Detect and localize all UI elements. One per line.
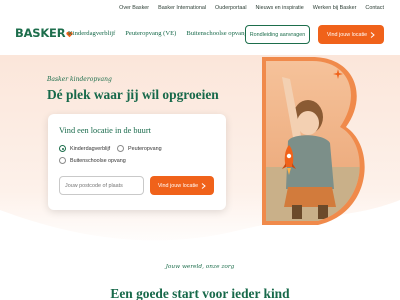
hero: Basker kinderopvang Dé plek waar jij wil… xyxy=(0,55,400,250)
main-nav: Kinderdagverblijf Peuteropvang (VE) Buit… xyxy=(68,30,248,37)
utility-link-contact[interactable]: Contact xyxy=(365,5,384,11)
radio-button[interactable] xyxy=(59,157,66,164)
utility-link-international[interactable]: Basker International xyxy=(158,5,206,11)
hero-title: Dé plek waar jij wil opgroeien xyxy=(47,87,219,102)
tour-request-label: Rondleiding aanvragen xyxy=(249,31,306,38)
radio-option-kinderdagverblijf[interactable]: Kinderdagverblijf xyxy=(59,145,110,152)
utility-nav: Over Basker Basker International Ouderpo… xyxy=(119,5,384,11)
hero-photo-letter-b xyxy=(262,57,365,225)
search-submit-button[interactable]: Vind jouw locatie xyxy=(150,176,214,195)
section-tagline: Jouw wereld, onze zorg xyxy=(165,264,235,270)
radio-option-buitenschoolse-opvang[interactable]: Buitenschoolse opvang xyxy=(59,157,126,164)
chevron-right-icon xyxy=(201,182,206,189)
find-location-button[interactable]: Vind jouw locatie xyxy=(318,25,384,44)
utility-link-over-basker[interactable]: Over Basker xyxy=(119,5,149,11)
utility-link-ouderportaal[interactable]: Ouderportaal xyxy=(215,5,246,11)
utility-link-nieuws[interactable]: Nieuws en inspiratie xyxy=(256,5,304,11)
find-location-label: Vind jouw locatie xyxy=(326,31,368,38)
section-title: Een goede start voor ieder kind xyxy=(110,286,290,300)
nav-item-peuteropvang[interactable]: Peuteropvang (VE) xyxy=(125,30,176,37)
nav-item-kinderdagverblijf[interactable]: Kinderdagverblijf xyxy=(68,30,115,37)
hero-eyebrow: Basker kinderopvang xyxy=(47,76,112,83)
logo-text: BASKER xyxy=(15,26,66,40)
chevron-right-icon xyxy=(370,31,375,38)
postcode-input[interactable] xyxy=(59,176,144,195)
location-search-card: Vind een locatie in de buurt Kinderdagve… xyxy=(48,114,226,210)
search-submit-label: Vind jouw locatie xyxy=(157,182,199,189)
search-card-title: Vind een locatie in de buurt xyxy=(59,126,151,135)
utility-link-werken[interactable]: Werken bij Basker xyxy=(313,5,357,11)
tour-request-button[interactable]: Rondleiding aanvragen xyxy=(245,25,310,44)
rocket-icon xyxy=(282,145,296,175)
nav-item-buitenschoolse-opvang[interactable]: Buitenschoolse opvang xyxy=(186,30,247,37)
radio-label: Kinderdagverblijf xyxy=(70,145,111,152)
logo[interactable]: BASKER xyxy=(15,26,73,40)
radio-button[interactable] xyxy=(117,145,124,152)
radio-label: Buitenschoolse opvang xyxy=(70,157,126,164)
radio-option-peuteropvang[interactable]: Peuteropvang xyxy=(117,145,162,152)
sparkle-icon xyxy=(333,69,343,79)
radio-button-checked[interactable] xyxy=(59,145,66,152)
radio-label: Peuteropvang xyxy=(128,145,162,152)
